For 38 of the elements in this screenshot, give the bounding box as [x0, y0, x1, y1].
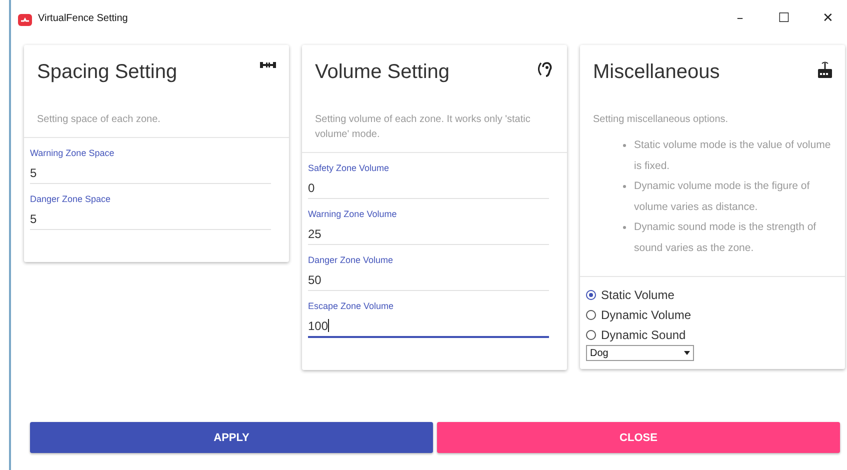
input-field[interactable]: 25 — [308, 223, 549, 245]
input-field[interactable]: 100 — [308, 315, 549, 338]
bullet-icon — [623, 144, 626, 147]
window-title: VirtualFence Setting — [38, 12, 128, 24]
dumbbell-icon — [260, 61, 276, 69]
dropdown[interactable]: Dog — [586, 345, 694, 361]
card-title: Spacing Setting — [37, 61, 178, 84]
bullet-icon — [623, 226, 626, 229]
minimize-button[interactable]: – — [721, 10, 759, 26]
card-description: Setting volume of each zone. It works only 'static volume' mode. — [315, 113, 532, 142]
card-title: Miscellaneous — [593, 61, 720, 84]
input-field[interactable]: 50 — [308, 269, 549, 291]
app-icon — [18, 14, 32, 26]
input-field[interactable]: 5 — [30, 208, 271, 230]
input-field[interactable]: 5 — [30, 162, 271, 184]
field-label: Safety Zone Volume — [308, 163, 390, 173]
field-label: Escape Zone Volume — [308, 301, 395, 311]
apply-button[interactable]: APPLY — [30, 422, 433, 453]
ear-icon — [538, 61, 554, 79]
caret-icon — [684, 351, 690, 355]
field-label: Danger Zone Volume — [308, 255, 394, 265]
radio-option[interactable]: Dynamic Sound — [586, 325, 835, 345]
bullet-icon — [623, 185, 626, 188]
field-label: Danger Zone Space — [30, 194, 112, 204]
input-field[interactable]: 0 — [308, 177, 549, 199]
note-text: Dynamic sound mode is the strength of sound varies as the zone. — [634, 220, 818, 256]
note-text: Dynamic volume mode is the figure of volume varies as distance. — [634, 179, 811, 214]
radio-option[interactable]: Static Volume — [586, 285, 835, 305]
card-title: Volume Setting — [315, 61, 450, 84]
radio-option[interactable]: Dynamic Volume — [586, 305, 835, 325]
field-label: Warning Zone Volume — [308, 209, 398, 219]
card-description: Setting space of each zone. — [37, 113, 162, 127]
maximize-button[interactable]: ☐ — [765, 10, 803, 26]
router-icon — [818, 61, 832, 79]
card-description: Setting miscellaneous options. — [593, 113, 730, 127]
note-text: Static volume mode is the value of volume is fixed. — [634, 138, 832, 174]
close-button[interactable]: ✕ — [809, 10, 847, 26]
field-label: Warning Zone Space — [30, 148, 116, 158]
